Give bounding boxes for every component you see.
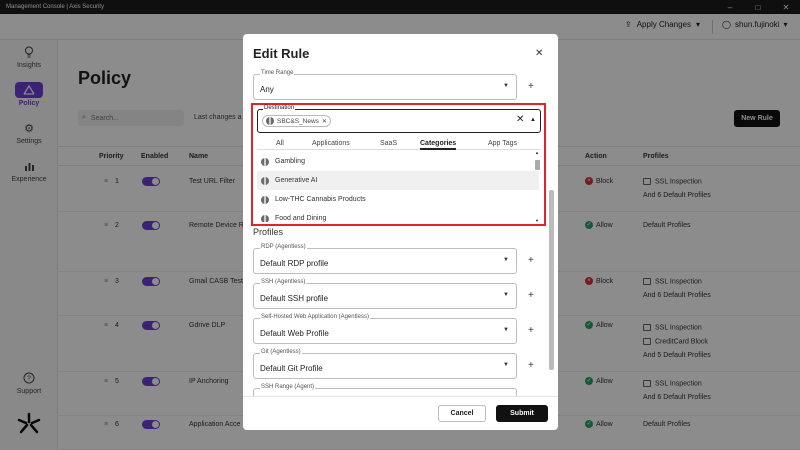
destination-chip[interactable]: SBC&S_News ✕ (262, 115, 331, 127)
caret-up-icon[interactable]: ▲ (530, 117, 536, 123)
ssh-profile-select[interactable]: SSH (Agentless) Default SSH profile ▼ (253, 279, 517, 309)
option-label: Low-THC Cannabis Products (275, 196, 366, 203)
scroll-up-icon[interactable]: ▲ (535, 152, 539, 155)
caret-down-icon: ▼ (503, 292, 509, 298)
cancel-button[interactable]: Cancel (438, 405, 486, 422)
field-value: Default Web Profile (260, 329, 329, 338)
destination-tabs: All Applications SaaS Categories App Tag… (257, 138, 541, 150)
field-value: Default Git Profile (260, 364, 323, 373)
tab-saas[interactable]: SaaS (380, 140, 397, 147)
field-label: Time Range (260, 70, 295, 76)
destination-options: Gambling Generative AI Low-THC Cannabis … (257, 152, 541, 222)
field-label: RDP (Agentless) (260, 244, 307, 250)
globe-icon (261, 157, 269, 166)
submit-button[interactable]: Submit (496, 405, 548, 422)
tab-categories[interactable]: Categories (420, 140, 457, 150)
list-item[interactable]: Generative AI (257, 171, 539, 190)
add-profile-icon[interactable]: + (528, 290, 534, 301)
destination-dropdown: Destination SBC&S_News ✕ ✕ ▲ All Applica… (251, 103, 546, 226)
scrollbar-thumb[interactable] (549, 190, 554, 370)
option-label: Gambling (275, 158, 305, 165)
profiles-heading: Profiles (253, 227, 284, 237)
scrollbar-thumb[interactable] (535, 160, 540, 170)
tab-all[interactable]: All (276, 140, 284, 147)
list-item[interactable]: Low-THC Cannabis Products (257, 190, 539, 209)
field-value: Default RDP profile (260, 259, 329, 268)
field-value: Any (260, 85, 274, 94)
field-label: SSH Range (Agent) (260, 384, 316, 390)
field-label: SSH (Agentless) (260, 279, 307, 285)
field-value: Default SSH profile (260, 294, 329, 303)
caret-down-icon: ▼ (503, 362, 509, 368)
add-profile-icon[interactable]: + (528, 255, 534, 266)
close-icon[interactable]: ✕ (535, 48, 543, 59)
globe-icon (261, 195, 269, 204)
chip-remove-icon[interactable]: ✕ (322, 118, 327, 125)
dialog-footer: Cancel Submit (243, 396, 558, 430)
rdp-profile-select[interactable]: RDP (Agentless) Default RDP profile ▼ (253, 244, 517, 274)
options-scrollbar[interactable]: ▲ ▼ (534, 152, 541, 222)
caret-down-icon: ▼ (503, 257, 509, 263)
field-label: Destination (263, 105, 296, 111)
git-profile-select[interactable]: Git (Agentless) Default Git Profile ▼ (253, 349, 517, 379)
field-label: Git (Agentless) (260, 349, 302, 355)
add-time-range-icon[interactable]: + (528, 81, 534, 92)
time-range-select[interactable]: Time Range Any ▼ (253, 70, 517, 100)
web-profile-select[interactable]: Self-Hosted Web Application (Agentless) … (253, 314, 517, 344)
edit-rule-dialog: Edit Rule ✕ Time Range Any ▼ + Profiles … (243, 34, 558, 430)
list-item[interactable]: Gambling (257, 152, 539, 171)
globe-icon (261, 176, 269, 185)
option-label: Food and Dining (275, 215, 327, 222)
globe-icon (266, 117, 274, 125)
chip-label: SBC&S_News (277, 117, 319, 125)
option-label: Generative AI (275, 177, 318, 184)
caret-down-icon: ▼ (503, 83, 509, 89)
tab-app-tags[interactable]: App Tags (488, 140, 517, 147)
clear-icon[interactable]: ✕ (516, 114, 524, 125)
tab-applications[interactable]: Applications (312, 140, 350, 147)
globe-icon (261, 214, 269, 222)
destination-input[interactable]: Destination SBC&S_News ✕ ✕ ▲ (257, 105, 541, 133)
scroll-down-icon[interactable]: ▼ (535, 218, 539, 222)
field-label: Self-Hosted Web Application (Agentless) (260, 314, 370, 320)
dialog-title: Edit Rule (253, 46, 310, 61)
dialog-scrollbar[interactable] (546, 64, 556, 404)
add-profile-icon[interactable]: + (528, 360, 534, 371)
add-profile-icon[interactable]: + (528, 325, 534, 336)
list-item[interactable]: Food and Dining (257, 209, 539, 222)
caret-down-icon: ▼ (503, 327, 509, 333)
